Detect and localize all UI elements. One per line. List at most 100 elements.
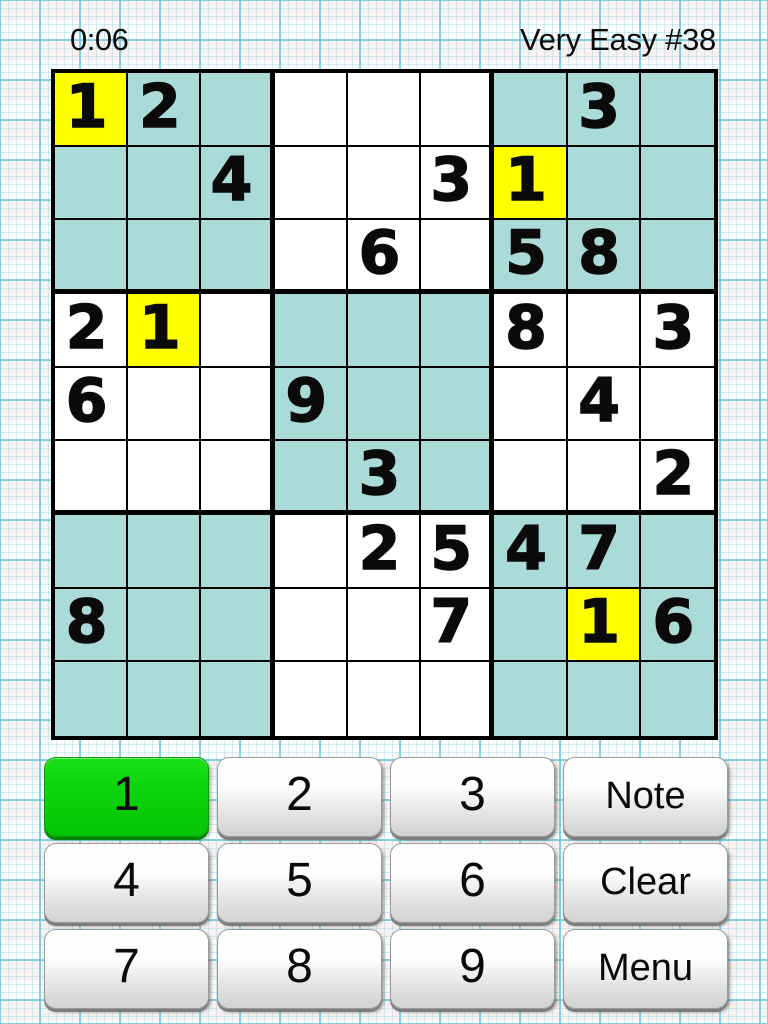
- sudoku-cell-r4c1[interactable]: 2: [55, 293, 129, 368]
- sudoku-cell-r4c2[interactable]: 1: [128, 293, 202, 368]
- sudoku-cell-r6c2[interactable]: [128, 441, 202, 515]
- sudoku-cell-r5c1[interactable]: 6: [55, 367, 129, 442]
- sudoku-cell-r3c6[interactable]: [421, 220, 495, 294]
- sudoku-cell-r6c9[interactable]: 2: [640, 441, 714, 515]
- sudoku-cell-r9c5[interactable]: [347, 662, 422, 736]
- sudoku-cell-r2c6[interactable]: 3: [421, 146, 495, 221]
- sudoku-cell-r9c6[interactable]: [421, 662, 495, 736]
- sudoku-cell-r6c3[interactable]: [201, 441, 275, 515]
- sudoku-cell-r6c7[interactable]: [494, 441, 568, 515]
- sudoku-cell-r6c6[interactable]: [421, 441, 495, 515]
- sudoku-cell-r4c9[interactable]: 3: [640, 293, 714, 368]
- sudoku-cell-r3c5[interactable]: 6: [347, 220, 422, 294]
- sudoku-cell-r1c7[interactable]: [494, 73, 568, 147]
- sudoku-cell-r5c2[interactable]: [128, 367, 202, 442]
- sudoku-cell-r9c2[interactable]: [128, 662, 202, 736]
- keypad-button-label: 5: [286, 854, 313, 907]
- sudoku-cell-r1c9[interactable]: [640, 73, 714, 147]
- sudoku-cell-r8c4[interactable]: [274, 588, 348, 663]
- sudoku-cell-r6c1[interactable]: [55, 441, 129, 515]
- sudoku-cell-r3c4[interactable]: [274, 220, 348, 294]
- sudoku-cell-r2c8[interactable]: [567, 146, 641, 221]
- keypad-button-clear[interactable]: Clear: [563, 843, 728, 923]
- sudoku-cell-r3c8[interactable]: 8: [567, 220, 641, 294]
- sudoku-cell-r9c4[interactable]: [274, 662, 348, 736]
- sudoku-cell-r1c1[interactable]: 1: [55, 73, 129, 147]
- sudoku-cell-r2c9[interactable]: [640, 146, 714, 221]
- sudoku-cell-r3c2[interactable]: [128, 220, 202, 294]
- sudoku-cell-r9c9[interactable]: [640, 662, 714, 736]
- sudoku-cell-r3c7[interactable]: 5: [494, 220, 568, 294]
- timer-display: 0:06: [70, 22, 129, 57]
- sudoku-cell-r1c6[interactable]: [421, 73, 495, 147]
- keypad-button-7[interactable]: 7: [44, 929, 209, 1009]
- sudoku-cell-r6c5[interactable]: 3: [347, 441, 422, 515]
- sudoku-cell-r4c5[interactable]: [347, 293, 422, 368]
- sudoku-cell-r5c4[interactable]: 9: [274, 367, 348, 442]
- sudoku-cell-r7c4[interactable]: [274, 514, 348, 589]
- sudoku-cell-r7c9[interactable]: [640, 514, 714, 589]
- sudoku-cell-r8c9[interactable]: 6: [640, 588, 714, 663]
- sudoku-cell-r1c4[interactable]: [274, 73, 348, 147]
- sudoku-cell-r8c3[interactable]: [201, 588, 275, 663]
- sudoku-cell-r8c1[interactable]: 8: [55, 588, 129, 663]
- keypad-button-2[interactable]: 2: [217, 757, 382, 837]
- keypad-button-9[interactable]: 9: [390, 929, 555, 1009]
- sudoku-cell-r9c3[interactable]: [201, 662, 275, 736]
- cell-value: 4: [210, 146, 253, 216]
- keypad-button-1[interactable]: 1: [44, 757, 209, 837]
- sudoku-cell-r4c3[interactable]: [201, 293, 275, 368]
- sudoku-cell-r2c4[interactable]: [274, 146, 348, 221]
- sudoku-cell-r1c2[interactable]: 2: [128, 73, 202, 147]
- sudoku-cell-r6c4[interactable]: [274, 441, 348, 515]
- sudoku-cell-r3c9[interactable]: [640, 220, 714, 294]
- sudoku-cell-r2c5[interactable]: [347, 146, 422, 221]
- sudoku-cell-r2c7[interactable]: 1: [494, 146, 568, 221]
- sudoku-cell-r5c5[interactable]: [347, 367, 422, 442]
- sudoku-cell-r2c3[interactable]: 4: [201, 146, 275, 221]
- sudoku-cell-r6c8[interactable]: [567, 441, 641, 515]
- sudoku-cell-r1c8[interactable]: 3: [567, 73, 641, 147]
- sudoku-cell-r7c1[interactable]: [55, 514, 129, 589]
- sudoku-cell-r7c2[interactable]: [128, 514, 202, 589]
- cell-value: 3: [652, 293, 695, 363]
- sudoku-cell-r8c2[interactable]: [128, 588, 202, 663]
- sudoku-cell-r3c3[interactable]: [201, 220, 275, 294]
- cell-value: 1: [578, 588, 621, 658]
- keypad-button-5[interactable]: 5: [217, 843, 382, 923]
- sudoku-cell-r9c1[interactable]: [55, 662, 129, 736]
- cell-value: 6: [358, 220, 401, 288]
- sudoku-cell-r9c8[interactable]: [567, 662, 641, 736]
- sudoku-cell-r1c5[interactable]: [347, 73, 422, 147]
- sudoku-cell-r5c3[interactable]: [201, 367, 275, 442]
- sudoku-cell-r8c7[interactable]: [494, 588, 568, 663]
- sudoku-cell-r8c6[interactable]: 7: [421, 588, 495, 663]
- keypad-button-4[interactable]: 4: [44, 843, 209, 923]
- keypad-button-note[interactable]: Note: [563, 757, 728, 837]
- sudoku-cell-r7c7[interactable]: 4: [494, 514, 568, 589]
- sudoku-cell-r2c2[interactable]: [128, 146, 202, 221]
- sudoku-cell-r2c1[interactable]: [55, 146, 129, 221]
- sudoku-cell-r9c7[interactable]: [494, 662, 568, 736]
- sudoku-cell-r5c9[interactable]: [640, 367, 714, 442]
- sudoku-cell-r4c6[interactable]: [421, 293, 495, 368]
- sudoku-cell-r8c5[interactable]: [347, 588, 422, 663]
- sudoku-cell-r1c3[interactable]: [201, 73, 275, 147]
- sudoku-cell-r4c7[interactable]: 8: [494, 293, 568, 368]
- sudoku-cell-r4c8[interactable]: [567, 293, 641, 368]
- cell-value: 1: [138, 293, 181, 363]
- sudoku-cell-r7c8[interactable]: 7: [567, 514, 641, 589]
- sudoku-cell-r8c8[interactable]: 1: [567, 588, 641, 663]
- sudoku-cell-r5c7[interactable]: [494, 367, 568, 442]
- sudoku-cell-r5c8[interactable]: 4: [567, 367, 641, 442]
- keypad-button-menu[interactable]: Menu: [563, 929, 728, 1009]
- keypad-button-6[interactable]: 6: [390, 843, 555, 923]
- keypad-button-3[interactable]: 3: [390, 757, 555, 837]
- sudoku-cell-r3c1[interactable]: [55, 220, 129, 294]
- sudoku-cell-r7c6[interactable]: 5: [421, 514, 495, 589]
- keypad-button-8[interactable]: 8: [217, 929, 382, 1009]
- sudoku-cell-r5c6[interactable]: [421, 367, 495, 442]
- sudoku-cell-r4c4[interactable]: [274, 293, 348, 368]
- sudoku-cell-r7c3[interactable]: [201, 514, 275, 589]
- sudoku-cell-r7c5[interactable]: 2: [347, 514, 422, 589]
